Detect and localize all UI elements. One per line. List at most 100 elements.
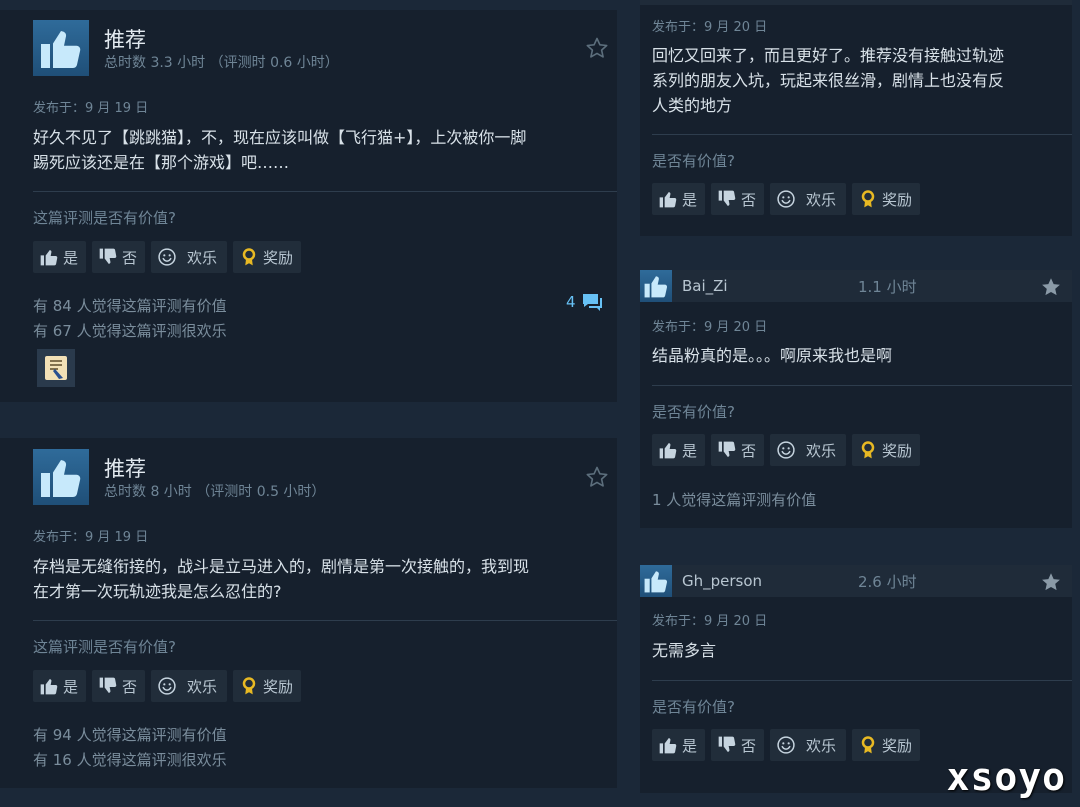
thumbs-up-icon: [658, 735, 678, 755]
star-icon[interactable]: [1040, 571, 1062, 593]
review-verdict: 推荐: [104, 457, 146, 481]
review-body: 结晶粉真的是。。。啊原来我也是啊: [652, 343, 1062, 368]
vote-no-label: 否: [122, 248, 138, 267]
award-button[interactable]: 奖励: [852, 729, 921, 761]
award-button[interactable]: 奖励: [852, 434, 921, 466]
award-button[interactable]: 奖励: [233, 670, 302, 702]
award-icon: [858, 440, 878, 460]
vote-buttons: 是 否 欢乐 奖励: [33, 241, 302, 273]
funny-count: 有 67 人觉得这篇评测很欢乐: [33, 322, 227, 340]
helpful-question: 是否有价值?: [652, 403, 735, 421]
vote-no-button[interactable]: 否: [711, 434, 765, 466]
review-hours: 总时数 8 小时 （评测时 0.5 小时）: [104, 484, 326, 500]
thumbs-up-icon: [640, 565, 672, 597]
thumbs-down-icon: [98, 676, 118, 696]
review-body-line: 存档是无缝衔接的，战斗是立马进入的，剧情是第一次接触的，我到现: [33, 557, 530, 576]
vote-yes-button[interactable]: 是: [652, 183, 706, 215]
vote-yes-button[interactable]: 是: [652, 434, 706, 466]
vote-yes-label: 是: [63, 677, 79, 696]
smiley-icon: [776, 735, 796, 755]
helpful-count: 1 人觉得这篇评测有价值: [652, 491, 817, 509]
review-body: 好久不见了【跳跳猫】，不，现在应该叫做【飞行猫+】，上次被你一脚 踢死应该还是在…: [33, 125, 603, 175]
vote-no-button[interactable]: 否: [711, 183, 765, 215]
recommended-thumb-icon: [33, 449, 89, 505]
star-outline-icon[interactable]: [585, 465, 609, 489]
comment-link[interactable]: 4: [566, 290, 604, 314]
thumbs-down-icon: [717, 735, 737, 755]
vote-no-button[interactable]: 否: [711, 729, 765, 761]
watermark-logo: xsoyo: [946, 755, 1066, 799]
reviewer-bar[interactable]: Bai_Zi 1.1 小时: [640, 270, 1072, 302]
award-label: 奖励: [882, 190, 913, 209]
review-body: 存档是无缝衔接的，战斗是立马进入的，剧情是第一次接触的，我到现 在才第一次玩轨迹…: [33, 554, 603, 604]
vote-buttons: 是 否 欢乐 奖励: [652, 183, 921, 215]
thumbs-down-icon: [717, 440, 737, 460]
star-outline-icon[interactable]: [585, 36, 609, 60]
vote-no-label: 否: [741, 190, 757, 209]
vote-no-label: 否: [741, 441, 757, 460]
vote-funny-label: 欢乐: [806, 736, 837, 755]
comment-icon: [580, 290, 604, 314]
divider: [33, 191, 617, 192]
review-verdict: 推荐: [104, 28, 146, 52]
divider: [652, 134, 1072, 135]
vote-funny-button[interactable]: 欢乐: [151, 241, 228, 273]
vote-yes-button[interactable]: 是: [33, 670, 87, 702]
award-icon: [858, 189, 878, 209]
helpful-question: 这篇评测是否有价值?: [33, 638, 176, 656]
thumbs-up-icon: [640, 270, 672, 302]
helpful-question: 是否有价值?: [652, 152, 735, 170]
vote-yes-button[interactable]: 是: [33, 241, 87, 273]
helpful-question: 这篇评测是否有价值?: [33, 209, 176, 227]
smiley-icon: [776, 440, 796, 460]
helpful-question: 是否有价值?: [652, 698, 735, 716]
funny-count: 有 16 人觉得这篇评测很欢乐: [33, 751, 227, 769]
reviewer-bar[interactable]: Gh_person 2.6 小时: [640, 565, 1072, 597]
vote-no-button[interactable]: 否: [92, 241, 146, 273]
vote-yes-label: 是: [682, 441, 698, 460]
review-body-line: 回忆又回来了，而且更好了。推荐没有接触过轨迹: [652, 46, 1005, 65]
review-body: 回忆又回来了，而且更好了。推荐没有接触过轨迹 系列的朋友入坑，玩起来很丝滑，剧情…: [652, 43, 1062, 118]
vote-no-label: 否: [122, 677, 138, 696]
vote-funny-label: 欢乐: [806, 441, 837, 460]
vote-funny-label: 欢乐: [187, 677, 218, 696]
review-body-line: 踢死应该还是在【那个游戏】吧……: [33, 153, 290, 172]
vote-yes-label: 是: [63, 248, 79, 267]
reviewer-avatar[interactable]: [37, 349, 75, 387]
star-icon[interactable]: [1040, 276, 1062, 298]
review-body-line: 人类的地方: [652, 96, 733, 115]
reviewer-name[interactable]: Gh_person: [682, 572, 858, 590]
award-button[interactable]: 奖励: [233, 241, 302, 273]
vote-yes-label: 是: [682, 190, 698, 209]
review-body-line: 系列的朋友入坑，玩起来很丝滑，剧情上也没有反: [652, 71, 1005, 90]
helpful-count: 有 94 人觉得这篇评测有价值: [33, 726, 227, 744]
review-date: 发布于：9 月 20 日: [652, 20, 768, 35]
vote-no-label: 否: [741, 736, 757, 755]
review-date: 发布于：9 月 19 日: [33, 101, 149, 116]
recommended-thumb-icon: [33, 20, 89, 76]
helpful-count: 有 84 人觉得这篇评测有价值: [33, 297, 227, 315]
review-hours: 总时数 3.3 小时 （评测时 0.6 小时）: [104, 55, 339, 71]
vote-funny-button[interactable]: 欢乐: [770, 729, 847, 761]
thumbs-up-icon: [39, 247, 59, 267]
award-label: 奖励: [882, 736, 913, 755]
vote-funny-button[interactable]: 欢乐: [151, 670, 228, 702]
award-icon: [239, 247, 259, 267]
vote-yes-button[interactable]: 是: [652, 729, 706, 761]
review-body-line: 无需多言: [652, 641, 717, 660]
reviewer-name[interactable]: Bai_Zi: [682, 277, 858, 295]
award-button[interactable]: 奖励: [852, 183, 921, 215]
review-body-line: 结晶粉真的是。。。啊原来我也是啊: [652, 346, 893, 365]
reviewer-avatar[interactable]: [640, 565, 672, 597]
vote-funny-button[interactable]: 欢乐: [770, 183, 847, 215]
divider: [33, 620, 617, 621]
user-bar-edge: [640, 0, 1072, 5]
award-icon: [858, 735, 878, 755]
scroll-icon: [45, 356, 67, 380]
reviewer-avatar[interactable]: [640, 270, 672, 302]
reviewer-hours: 2.6 小时: [858, 572, 917, 591]
award-label: 奖励: [263, 677, 294, 696]
vote-funny-button[interactable]: 欢乐: [770, 434, 847, 466]
thumbs-down-icon: [717, 189, 737, 209]
vote-no-button[interactable]: 否: [92, 670, 146, 702]
